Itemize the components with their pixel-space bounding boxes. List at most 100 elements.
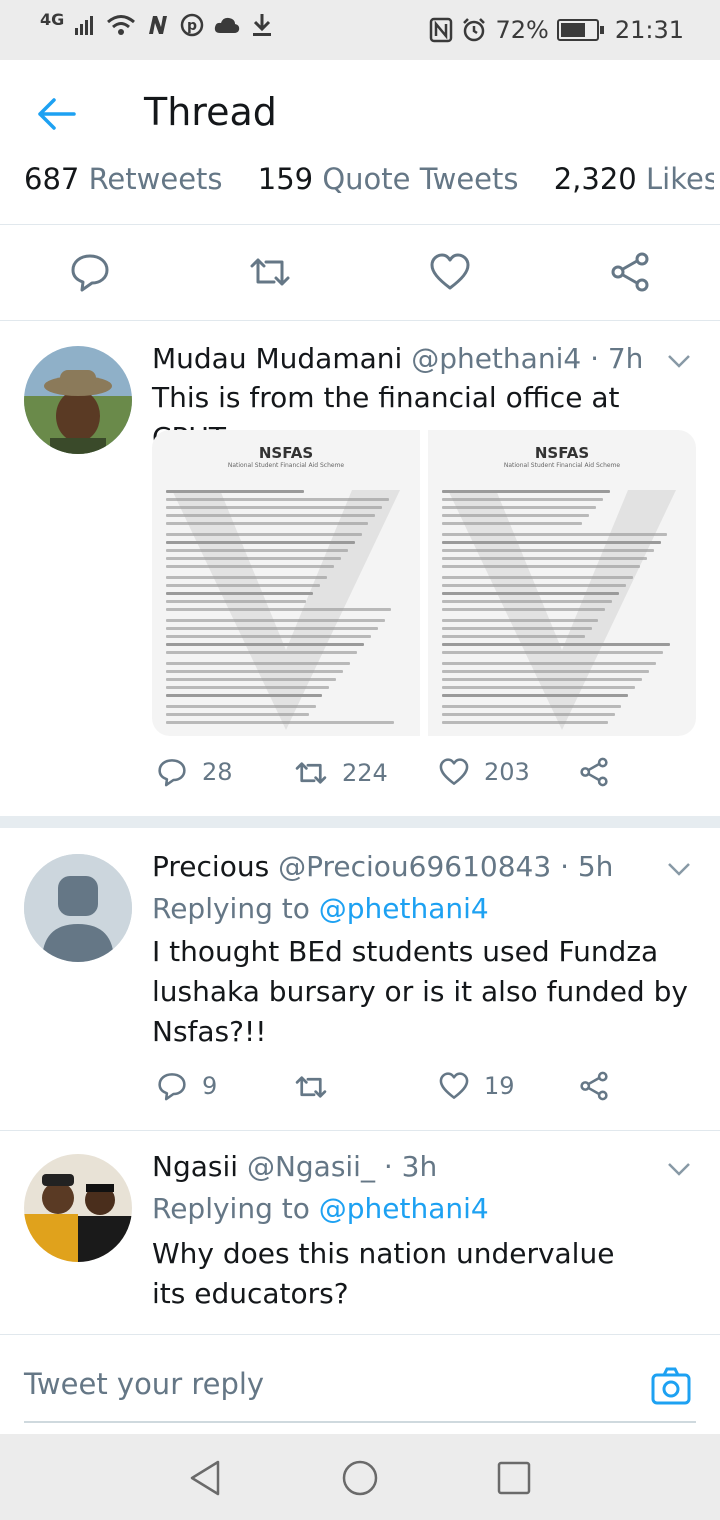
nav-recents-icon[interactable] (494, 1458, 534, 1498)
reply-input[interactable]: Tweet your reply (24, 1367, 264, 1401)
download-icon (253, 14, 272, 36)
media-image-2[interactable]: NSFAS National Student Financial Aid Sche… (428, 430, 696, 736)
heart-icon (439, 758, 469, 785)
document-text-line (442, 713, 615, 716)
document-text-line (166, 498, 390, 501)
like-action[interactable]: 203 (438, 756, 530, 788)
n-app-icon (149, 16, 168, 34)
svg-text:p: p (187, 18, 197, 34)
cloud-icon (215, 17, 240, 33)
tweet-item[interactable]: Mudau Mudamani @phethani4 · 7h This is f… (0, 320, 720, 816)
replying-to: Replying to @phethani4 (152, 1192, 489, 1225)
wifi-icon (107, 15, 136, 35)
heart-icon[interactable] (428, 250, 472, 294)
share-icon[interactable] (608, 250, 652, 294)
replying-to: Replying to @phethani4 (152, 892, 489, 925)
battery-percent: 72% (495, 16, 549, 44)
share-action[interactable] (578, 1070, 610, 1102)
document-text-line (166, 592, 314, 595)
document-text-line (442, 584, 626, 587)
chevron-down-icon[interactable] (666, 348, 692, 374)
retweet-icon[interactable] (248, 250, 292, 294)
document-text-line (166, 557, 341, 560)
network-type-label: 4G (40, 10, 65, 29)
document-text-line (166, 662, 350, 665)
retweet-action[interactable] (294, 1070, 342, 1104)
retweets-stat[interactable]: 687 Retweets (24, 162, 223, 196)
retweet-icon (295, 1076, 327, 1098)
reply-icon[interactable] (68, 250, 112, 294)
clock: 21:31 (614, 16, 684, 44)
reply-action[interactable]: 9 (156, 1070, 217, 1102)
nav-home-icon[interactable] (340, 1458, 380, 1498)
replying-to-handle[interactable]: @phethani4 (319, 892, 489, 925)
reply-count: 28 (202, 758, 233, 786)
document-text-line (442, 670, 649, 673)
document-text-line (442, 608, 606, 611)
document-text-line (166, 584, 321, 587)
status-right: 72% 21:31 (429, 12, 684, 48)
document-text-line (442, 522, 583, 525)
tweet-item[interactable]: Precious @Preciou69610843 · 5h Replying … (0, 828, 720, 1130)
reply-underline (24, 1421, 696, 1423)
media-image-1[interactable]: NSFAS National Student Financial Aid Sche… (152, 430, 420, 736)
document-text-line (166, 670, 344, 673)
document-text-line (442, 619, 599, 622)
tweet-media[interactable]: NSFAS National Student Financial Aid Sche… (152, 430, 696, 736)
document-text-line (166, 686, 330, 689)
document-text-line (442, 643, 670, 646)
document-text-line (442, 490, 610, 493)
tweet-item[interactable]: Ngasii @Ngasii_ · 3h Replying to @phetha… (0, 1130, 720, 1334)
replying-to-handle[interactable]: @phethani4 (319, 1192, 489, 1225)
tweet-stats: 687 Retweets 159 Quote Tweets 2,320 Like… (24, 162, 714, 218)
document-text-line (166, 549, 348, 552)
avatar[interactable] (24, 1154, 132, 1262)
document-text-line (442, 514, 590, 517)
user-handle[interactable]: @Ngasii_ (247, 1150, 375, 1183)
app-bar: Thread (0, 60, 720, 170)
camera-icon[interactable] (650, 1365, 692, 1407)
chevron-down-icon[interactable] (666, 1156, 692, 1182)
reply-icon (158, 759, 186, 787)
avatar[interactable] (24, 346, 132, 454)
share-icon (580, 757, 608, 787)
nsfas-logo: NSFAS National Student Financial Aid Sche… (428, 444, 696, 469)
user-handle[interactable]: @Preciou69610843 (278, 850, 551, 883)
document-text-line (442, 694, 629, 697)
document-text-line (442, 635, 585, 638)
chevron-down-icon[interactable] (666, 856, 692, 882)
watermark-shape (448, 490, 676, 730)
back-arrow-icon[interactable] (34, 92, 78, 136)
default-avatar-icon (24, 854, 132, 962)
share-action[interactable] (578, 756, 610, 788)
document-text-line (442, 592, 620, 595)
retweet-icon (295, 762, 327, 784)
display-name[interactable]: Precious (152, 850, 269, 883)
nav-back-icon[interactable] (186, 1458, 226, 1498)
document-text-line (442, 498, 603, 501)
likes-stat[interactable]: 2,320 Likes (554, 162, 714, 196)
document-text-line (166, 600, 307, 603)
logo-caption: National Student Financial Aid Scheme (503, 462, 621, 469)
user-handle[interactable]: @phethani4 (411, 342, 581, 375)
display-name[interactable]: Mudau Mudamani (152, 342, 402, 375)
display-name[interactable]: Ngasii (152, 1150, 238, 1183)
document-text-line (166, 643, 364, 646)
timestamp: · 7h (590, 342, 644, 375)
document-text-line (166, 627, 378, 630)
document-text-line (442, 651, 663, 654)
section-separator (0, 816, 720, 828)
logo-text: NSFAS (534, 444, 590, 462)
document-text-line (442, 506, 597, 509)
retweet-action[interactable]: 224 (294, 756, 388, 790)
replying-to-label: Replying to (152, 1192, 319, 1225)
document-text-line (166, 694, 323, 697)
avatar-image (24, 346, 132, 454)
reply-action[interactable]: 28 (156, 756, 233, 788)
quotes-stat[interactable]: 159 Quote Tweets (258, 162, 519, 196)
avatar[interactable] (24, 854, 132, 962)
like-action[interactable]: 19 (438, 1070, 515, 1102)
document-text-line (442, 549, 654, 552)
document-text-line (166, 705, 316, 708)
document-text-line (442, 565, 640, 568)
